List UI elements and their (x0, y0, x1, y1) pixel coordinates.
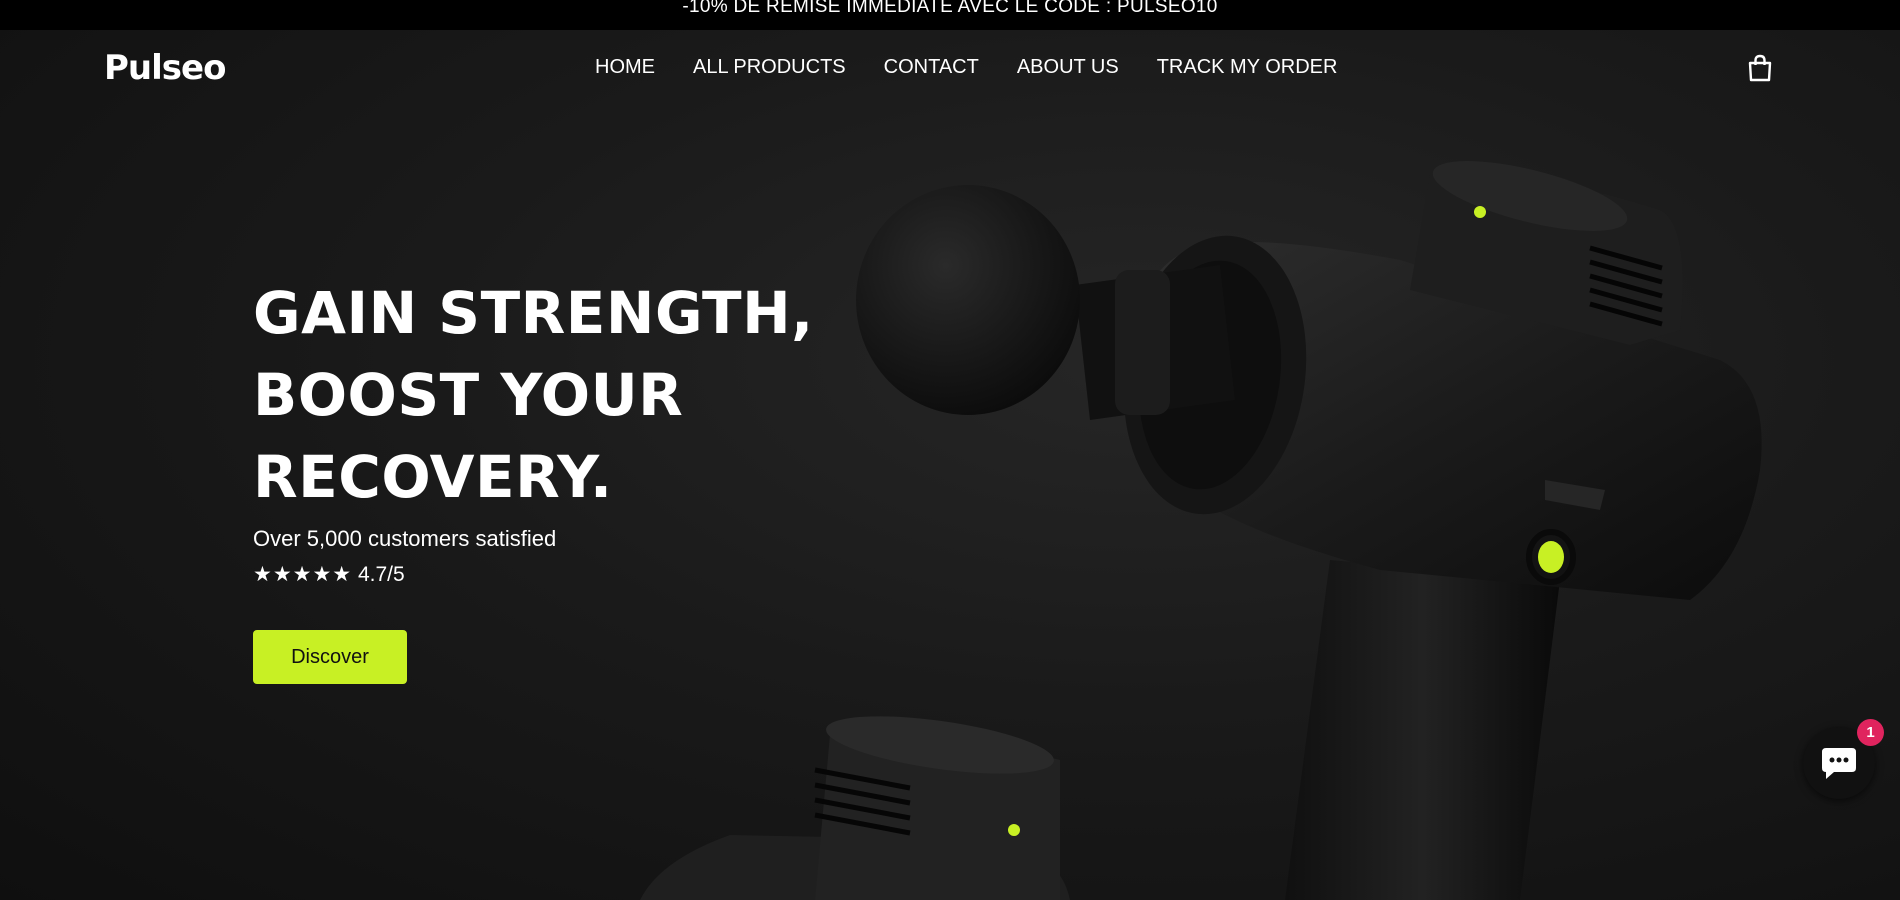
chat-bubble-icon (1822, 748, 1856, 779)
hero-rating: ★★★★★ 4.7/5 (253, 562, 814, 587)
site-logo[interactable]: Pulseo (104, 48, 226, 88)
nav-contact[interactable]: CONTACT (884, 56, 979, 79)
gun-ball-head (856, 185, 1080, 415)
hero-title-line-3: RECOVERY. (253, 443, 613, 511)
hero-title-line-2: BOOST YOUR (253, 361, 684, 429)
announcement-text: -10% DE REMISE IMMÉDIATE AVEC LE CODE : … (682, 0, 1218, 17)
nav-all-products[interactable]: ALL PRODUCTS (693, 56, 846, 79)
page: -10% DE REMISE IMMÉDIATE AVEC LE CODE : … (0, 0, 1900, 900)
hero-title-line-1: GAIN STRENGTH, (253, 279, 814, 347)
gun-handle (1285, 560, 1560, 900)
shopping-bag-icon[interactable] (1747, 54, 1773, 82)
nav-about-us[interactable]: ABOUT US (1017, 56, 1119, 79)
hero-title: GAIN STRENGTH, BOOST YOUR RECOVERY. (253, 272, 814, 518)
main-nav: HOME ALL PRODUCTS CONTACT ABOUT US TRACK… (595, 56, 1375, 79)
rating-stars: ★★★★★ (253, 563, 353, 586)
chat-notification-badge: 1 (1857, 719, 1884, 746)
hero-section: GAIN STRENGTH, BOOST YOUR RECOVERY. Over… (253, 272, 814, 684)
hero-subtitle: Over 5,000 customers satisfied (253, 526, 557, 551)
announcement-bar[interactable]: -10% DE REMISE IMMÉDIATE AVEC LE CODE : … (0, 0, 1900, 30)
discover-button[interactable]: Discover (253, 630, 407, 684)
nav-track-my-order[interactable]: TRACK MY ORDER (1157, 56, 1338, 79)
rating-value: 4.7/5 (357, 563, 405, 586)
site-header: Pulseo HOME ALL PRODUCTS CONTACT ABOUT U… (0, 30, 1900, 110)
nav-home[interactable]: HOME (595, 56, 655, 79)
